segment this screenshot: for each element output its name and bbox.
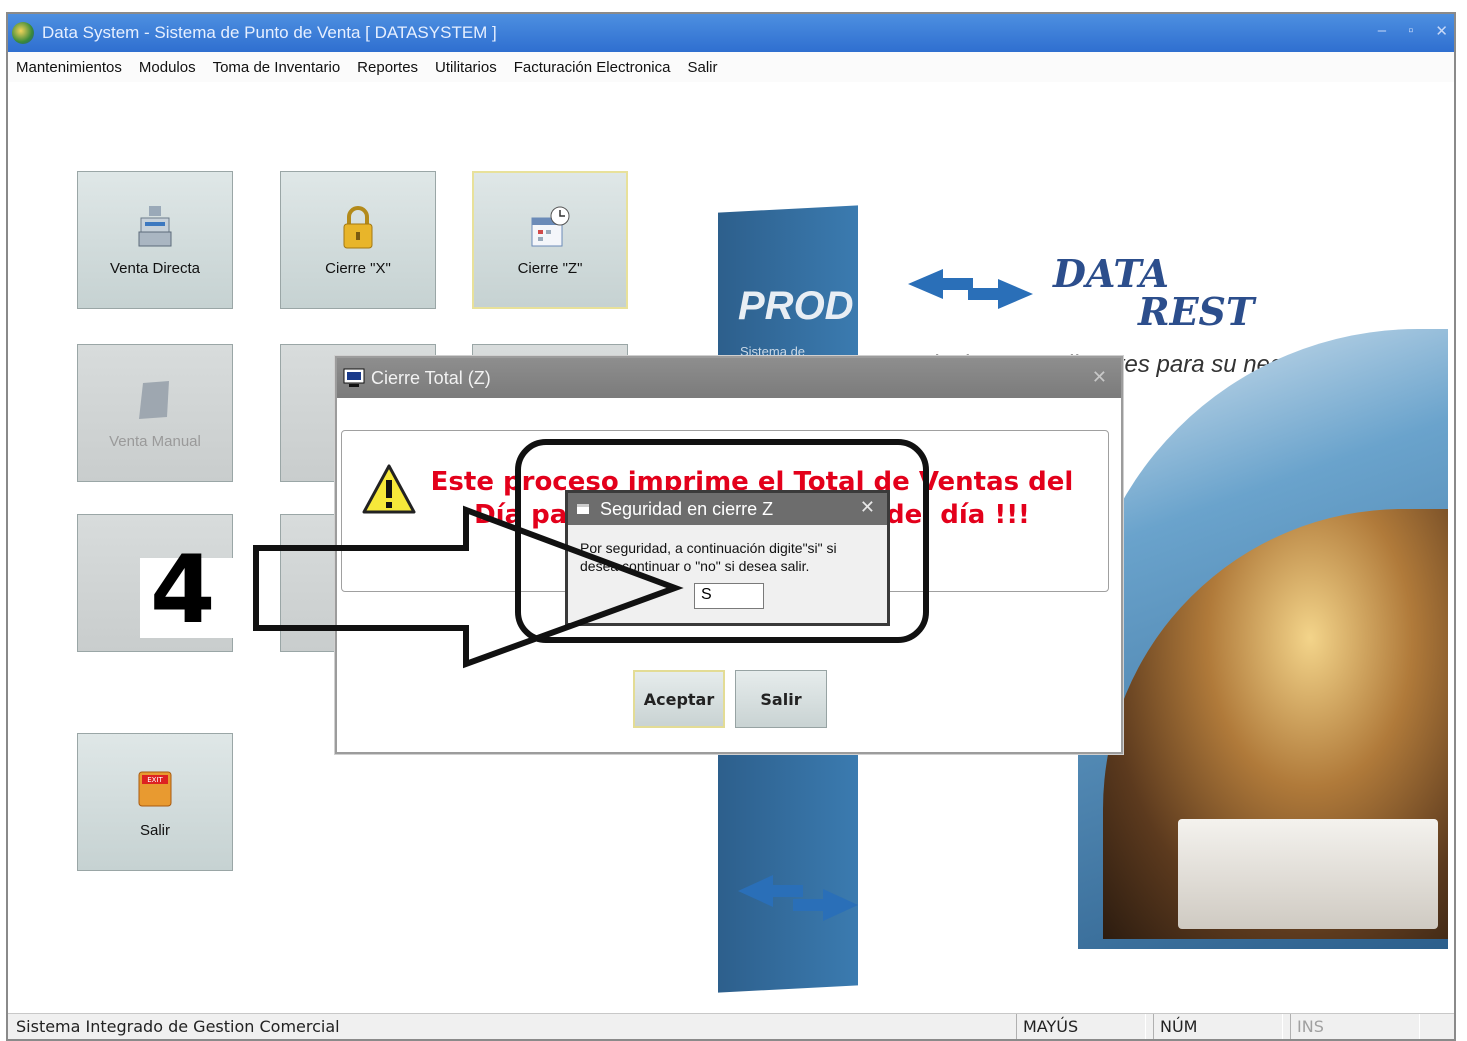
restaurant-table — [1178, 819, 1438, 929]
cierre-x-label: Cierre "X" — [325, 259, 391, 277]
minimize-button[interactable]: – — [1378, 22, 1386, 40]
step-number: 4 — [150, 536, 216, 645]
seguridad-titlebar[interactable]: Seguridad en cierre Z ✕ — [568, 493, 887, 525]
svg-text:EXIT: EXIT — [147, 776, 163, 784]
window-title: Data System - Sistema de Punto de Venta … — [42, 23, 497, 42]
menu-salir[interactable]: Salir — [687, 59, 717, 76]
close-button[interactable]: ✕ — [1435, 22, 1448, 40]
menu-toma-inventario[interactable]: Toma de Inventario — [213, 59, 341, 76]
venta-manual-label: Venta Manual — [109, 432, 201, 450]
menu-bar: Mantenimientos Modulos Toma de Inventari… — [8, 52, 1454, 82]
cierre-x-button[interactable]: Cierre "X" — [280, 171, 436, 309]
manual-document-icon — [139, 380, 169, 419]
warning-icon — [362, 464, 416, 514]
salir-dialog-button[interactable]: Salir — [735, 670, 827, 728]
status-bar: Sistema Integrado de Gestion Comercial M… — [8, 1013, 1454, 1039]
cierre-total-titlebar[interactable]: Cierre Total (Z) ✕ — [337, 358, 1121, 398]
cierre-z-button[interactable]: Cierre "Z" — [472, 171, 628, 309]
venta-directa-label: Venta Directa — [109, 259, 201, 277]
insert-indicator: INS — [1290, 1014, 1420, 1039]
menu-facturacion-electronica[interactable]: Facturación Electronica — [514, 59, 671, 76]
salir-label: Salir — [139, 821, 170, 839]
seguridad-title: Seguridad en cierre Z — [600, 498, 774, 519]
prod-logo-text: PROD — [738, 284, 854, 328]
padlock-icon — [343, 205, 373, 248]
menu-reportes[interactable]: Reportes — [357, 59, 418, 76]
monitor-icon — [343, 368, 365, 387]
calendar-clock-icon — [531, 206, 570, 246]
datarest-arrows-logo — [908, 269, 1033, 309]
menu-utilitarios[interactable]: Utilitarios — [435, 59, 497, 76]
confirmation-input[interactable]: S — [694, 583, 764, 609]
cierre-z-label: Cierre "Z" — [517, 259, 583, 277]
seguridad-dialog: Seguridad en cierre Z ✕ Por seguridad, a… — [565, 490, 890, 626]
menu-mantenimientos[interactable]: Mantenimientos — [16, 59, 122, 76]
caps-lock-indicator: MAYÚS — [1016, 1014, 1146, 1039]
cierre-total-close-icon[interactable]: ✕ — [1092, 367, 1107, 388]
exit-sign-icon: EXIT — [138, 771, 172, 806]
app-globe-icon — [12, 22, 34, 44]
menu-modulos[interactable]: Modulos — [139, 59, 196, 76]
app-window-icon — [577, 504, 589, 514]
title-bar[interactable]: Data System - Sistema de Punto de Venta … — [8, 14, 1454, 52]
datarest-bottom-logo — [738, 875, 858, 921]
venta-directa-button[interactable]: Venta Directa — [77, 171, 233, 309]
restore-button[interactable]: ▫ — [1408, 22, 1413, 40]
brand-rest-text: REST — [1138, 289, 1255, 334]
cash-register-icon — [138, 205, 172, 246]
salir-button[interactable]: EXIT Salir — [77, 733, 233, 871]
seguridad-close-icon[interactable]: ✕ — [860, 497, 875, 518]
status-text: Sistema Integrado de Gestion Comercial — [16, 1017, 340, 1036]
venta-manual-button[interactable]: Venta Manual — [77, 344, 233, 482]
num-lock-indicator: NÚM — [1153, 1014, 1283, 1039]
seguridad-message: Por seguridad, a continuación digite"si"… — [580, 540, 837, 574]
cierre-total-title: Cierre Total (Z) — [371, 367, 491, 388]
aceptar-button[interactable]: Aceptar — [633, 670, 725, 728]
